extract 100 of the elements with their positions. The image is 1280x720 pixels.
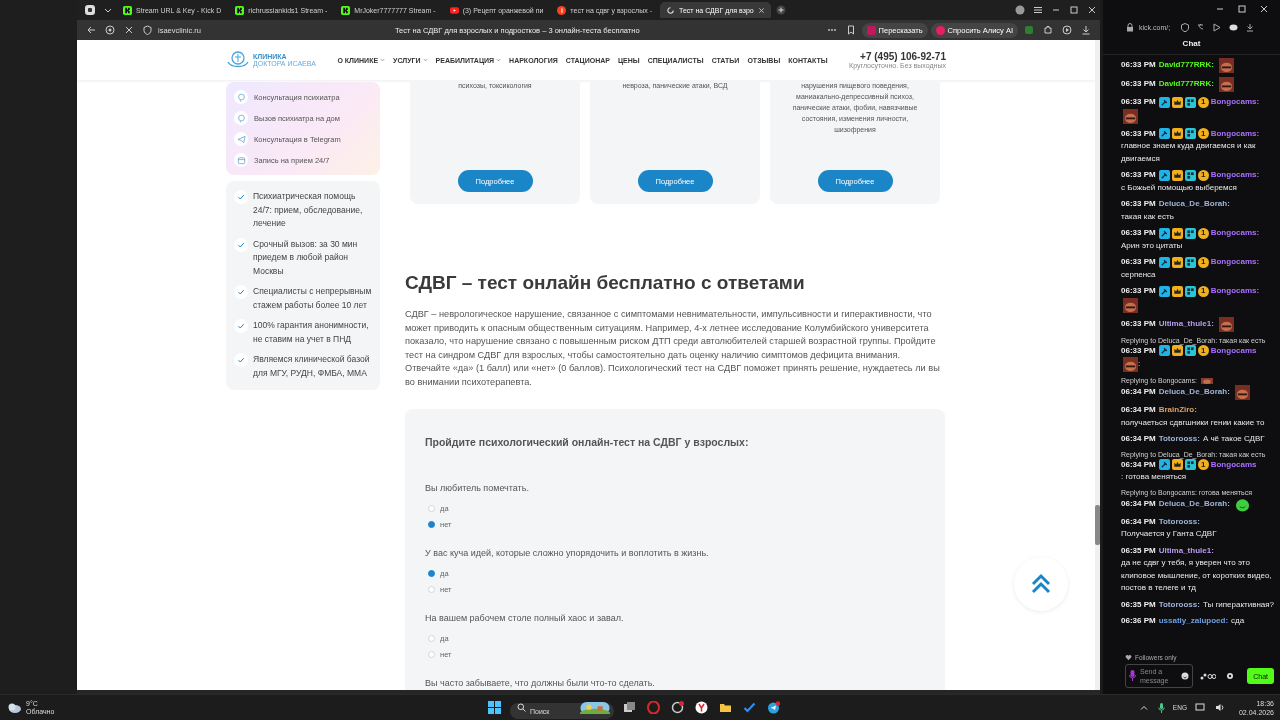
- coin-badge: 1: [1197, 285, 1209, 297]
- coin-badge: 1: [1197, 227, 1209, 239]
- question-text: У вас куча идей, которые сложно упорядочить и воплотить в жизнь.: [425, 548, 710, 558]
- benefit-text: Психиатрическая помощь 24/7: прием, обследование, лечение: [253, 190, 364, 230]
- checkmark-icon[interactable]: [741, 701, 758, 714]
- scroll-to-top-button[interactable]: [1014, 557, 1068, 611]
- message-time: 06:33 PM: [1121, 127, 1156, 140]
- network-icon[interactable]: [1192, 703, 1207, 712]
- username[interactable]: Bongocams:: [1210, 127, 1260, 140]
- telegram-icon[interactable]: [765, 701, 782, 714]
- radio-button[interactable]: [428, 569, 435, 577]
- username[interactable]: Totorooss:: [1158, 515, 1200, 528]
- tab-favicon-icon: [449, 5, 459, 15]
- grid-badge-icon: [1184, 96, 1196, 108]
- shield-icon[interactable]: [102, 25, 118, 35]
- username[interactable]: Bongocams:: [1210, 96, 1260, 109]
- crown-badge-icon: [1171, 169, 1183, 181]
- hammer-badge-icon: [1158, 96, 1170, 108]
- username[interactable]: Totorooss:: [1158, 433, 1200, 446]
- message-time: 06:35 PM: [1121, 544, 1156, 557]
- username[interactable]: Bongocams:: [1210, 169, 1260, 182]
- check-icon: [234, 319, 248, 333]
- message-time: 06:34 PM: [1121, 459, 1156, 471]
- start-icon[interactable]: [486, 701, 503, 714]
- username[interactable]: Bongocams: [1210, 344, 1257, 357]
- message-text: главное знаем куда двигаемся и как двигаемся: [1121, 140, 1257, 165]
- username[interactable]: Bongocams:: [1210, 227, 1260, 240]
- message-time: 06:34 PM: [1121, 404, 1156, 416]
- emote-icon: [1218, 58, 1234, 73]
- username[interactable]: Ultima_thule1:: [1158, 317, 1214, 331]
- username[interactable]: Deluca_De_Borah:: [1158, 198, 1230, 211]
- grid-badge-icon: [1184, 169, 1196, 181]
- username[interactable]: Bongocams:: [1210, 256, 1260, 269]
- paper-plane-icon: [234, 132, 248, 146]
- play-icon[interactable]: [1059, 25, 1075, 35]
- opera-icon[interactable]: [645, 701, 662, 714]
- username[interactable]: BrainZiro:: [1158, 404, 1197, 417]
- username[interactable]: Bongocams: [1210, 458, 1257, 471]
- grid-badge-icon: [1184, 128, 1196, 140]
- tab-favicon-icon: [123, 5, 132, 15]
- message-time: 06:33 PM: [1121, 96, 1156, 108]
- grid-badge-icon: [1184, 227, 1196, 239]
- circle-icon: [935, 25, 945, 35]
- phone-link[interactable]: +7 (495) 106-92-71: [860, 51, 946, 62]
- message-time: 06:33 PM: [1121, 256, 1156, 268]
- yandex-browser-icon[interactable]: [693, 701, 710, 714]
- logo-icon[interactable]: [226, 50, 250, 70]
- tab-favicon-icon: [341, 5, 351, 15]
- benefit-text: Являемся клинической базой для МГУ, РУДН, ФМБА, ММА: [253, 353, 371, 380]
- blob-emote-icon: [1234, 496, 1250, 512]
- username[interactable]: Deluca_De_Borah:: [1158, 386, 1230, 399]
- coin-badge: 1: [1197, 459, 1209, 471]
- coin-badge: 1: [1197, 256, 1209, 268]
- crown-badge-icon: [1171, 345, 1183, 357]
- username[interactable]: David777RRK:: [1158, 59, 1214, 72]
- tab-favicon-icon: [235, 5, 245, 15]
- emoji-icon[interactable]: [1181, 672, 1189, 681]
- scrollbar-thumb[interactable]: [1095, 505, 1100, 545]
- check-icon: [234, 353, 248, 367]
- username[interactable]: Bongocams:: [1210, 285, 1260, 298]
- message-time: 06:33 PM: [1121, 345, 1156, 357]
- head-icon: [234, 111, 248, 125]
- grid-badge-icon: [1184, 285, 1196, 297]
- coin-badge: 1: [1197, 128, 1209, 140]
- message-time: 06:33 PM: [1121, 198, 1156, 210]
- message-time: 06:34 PM: [1121, 515, 1156, 528]
- tab-favicon-icon: [557, 5, 567, 15]
- app-icon: [866, 25, 876, 35]
- username[interactable]: Ultima_thule1:: [1158, 544, 1214, 557]
- hammer-badge-icon: [1158, 169, 1170, 181]
- username[interactable]: Deluca_De_Borah:: [1158, 497, 1230, 511]
- message-text: с Божьей помощью выберемся: [1121, 181, 1237, 194]
- message-time: 06:34 PM: [1121, 497, 1156, 510]
- message-text: Ты гиперактивная?: [1202, 598, 1275, 611]
- lock-icon: [140, 25, 155, 35]
- loading-icon: [666, 5, 675, 15]
- folder-icon[interactable]: [717, 701, 734, 714]
- emote-icon: [1234, 385, 1250, 400]
- app-icon[interactable]: [669, 701, 686, 714]
- message-text: Получается у Ганта СДВГ: [1121, 528, 1217, 540]
- username[interactable]: ussatiy_zalupoed:: [1158, 615, 1229, 628]
- task-view-icon[interactable]: [621, 701, 638, 714]
- grid-badge-icon: [1184, 256, 1196, 268]
- cloud-icon[interactable]: [6, 701, 22, 714]
- double-chevron-up-icon[interactable]: [1030, 573, 1052, 595]
- radio-button[interactable]: [428, 520, 435, 528]
- username[interactable]: Totorooss:: [1158, 598, 1200, 611]
- check-icon: [234, 190, 248, 204]
- microphone-icon[interactable]: [1155, 702, 1167, 713]
- message-time: 06:33 PM: [1121, 169, 1156, 181]
- microphone-icon[interactable]: [1129, 670, 1136, 682]
- crown-badge-icon: [1171, 285, 1183, 297]
- benefit-text: 100% гарантия анонимности, не ставим на учет в ПНД: [253, 319, 370, 346]
- hammer-badge-icon: [1158, 459, 1170, 471]
- message-time: 06:33 PM: [1121, 317, 1156, 330]
- question-text: Вы любитель помечтать.: [425, 483, 530, 493]
- close-tab-icon[interactable]: [757, 6, 765, 14]
- chat-title: Chat: [1103, 36, 1280, 55]
- message-text: : готова меняться: [1121, 471, 1187, 483]
- username[interactable]: David777RRK:: [1158, 78, 1214, 91]
